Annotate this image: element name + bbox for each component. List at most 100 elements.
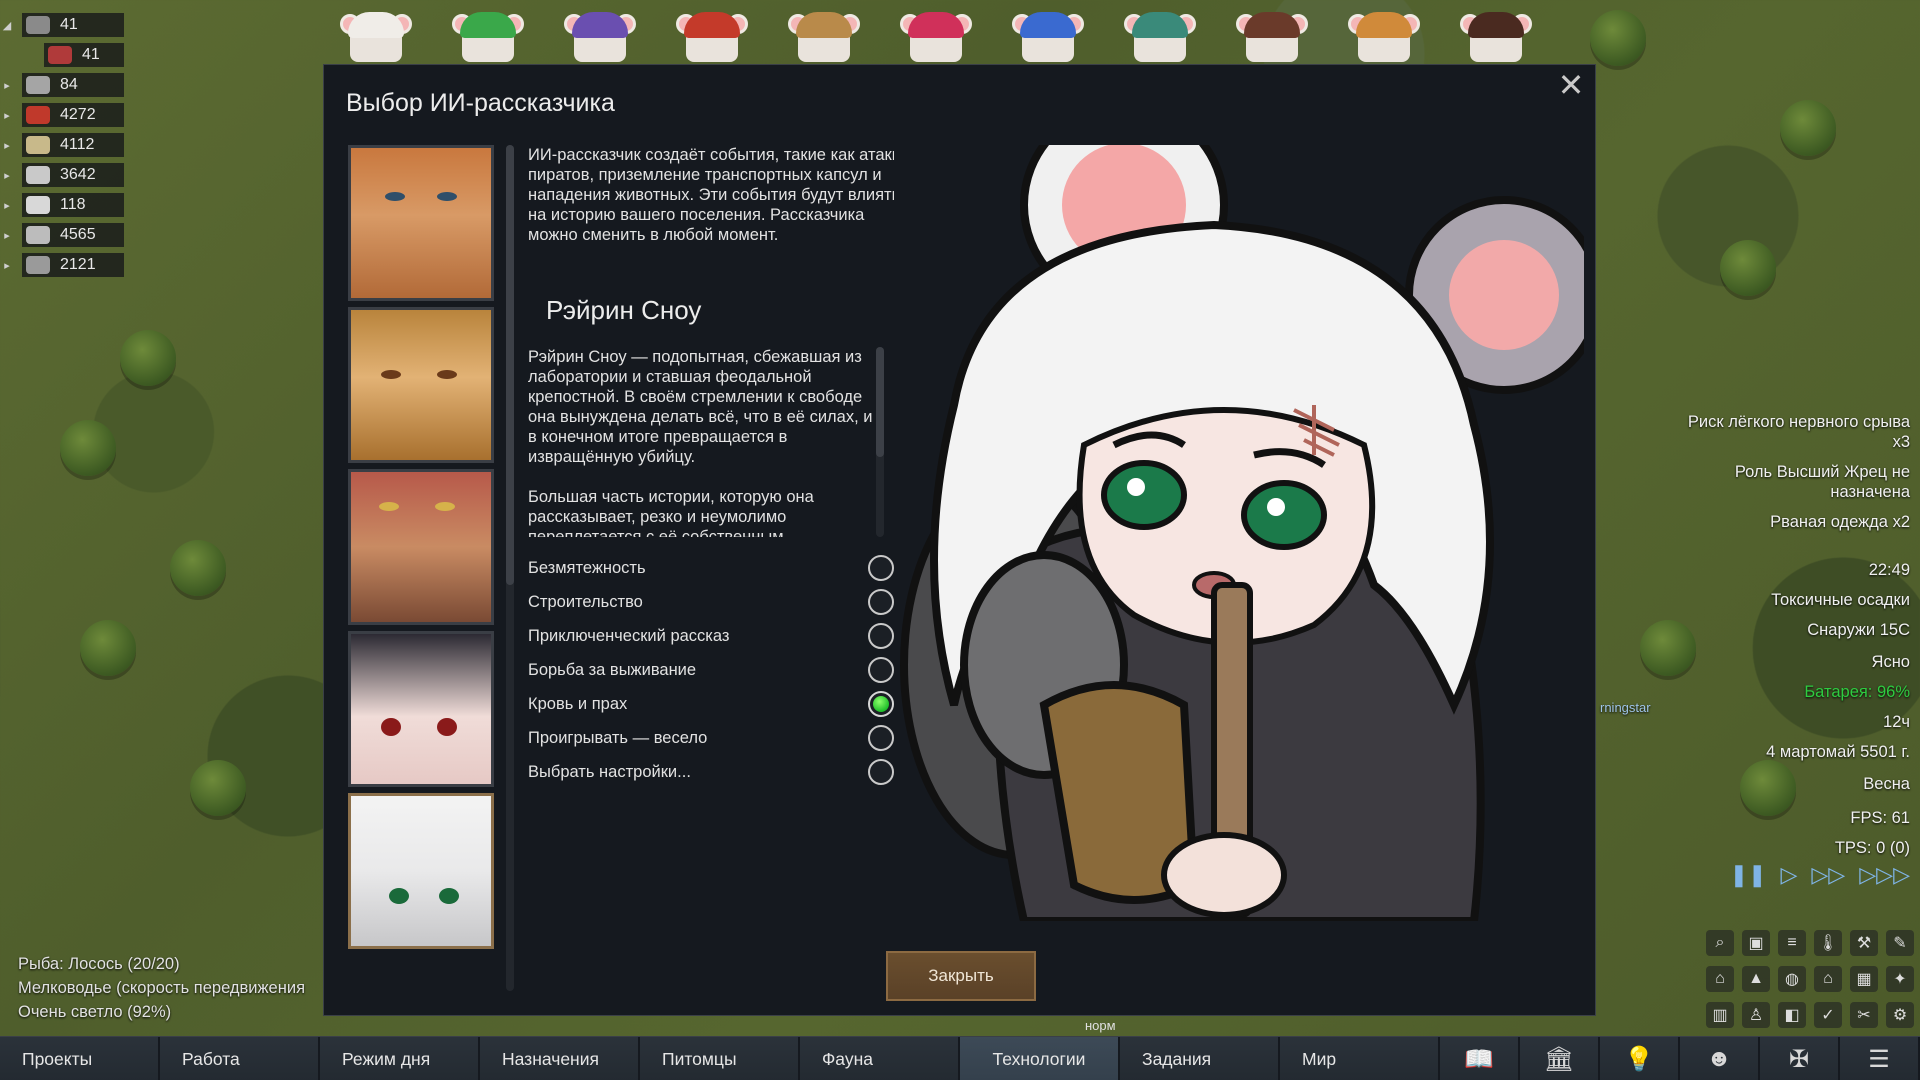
- alert-tattered-apparel[interactable]: Рваная одежда x2: [1670, 512, 1910, 532]
- colonist-portrait[interactable]: [676, 0, 748, 62]
- alert-role-unassigned[interactable]: Роль Высший Жрец не назначена: [1670, 462, 1910, 502]
- checklist-icon[interactable]: ✓: [1814, 1002, 1842, 1028]
- main-tab[interactable]: Назначения: [480, 1037, 640, 1080]
- season-readout: Весна: [1863, 775, 1910, 793]
- resource-count: 2121: [60, 256, 96, 273]
- resource-row[interactable]: ▸ 3642: [0, 160, 130, 190]
- colonist-portrait[interactable]: [452, 0, 524, 62]
- expand-arrow-icon[interactable]: ◢: [0, 19, 14, 32]
- difficulty-radio[interactable]: [868, 657, 894, 683]
- menu-icon[interactable]: ☰: [1840, 1037, 1920, 1080]
- storyteller-portrait-anime-girl[interactable]: [348, 631, 494, 787]
- colonist-portrait[interactable]: [900, 0, 972, 62]
- difficulty-radio[interactable]: [868, 589, 894, 615]
- play-icon[interactable]: ▷: [1780, 862, 1797, 888]
- fast-icon[interactable]: ▷▷: [1811, 862, 1845, 888]
- zone-icon[interactable]: ◧: [1778, 1002, 1806, 1028]
- hammer-icon[interactable]: ⚒: [1850, 930, 1878, 956]
- head-icon[interactable]: ☻: [1680, 1037, 1760, 1080]
- resource-row[interactable]: ▸ 84: [0, 70, 130, 100]
- chart-icon[interactable]: ▥: [1706, 1002, 1734, 1028]
- wrench-icon[interactable]: ✎: [1886, 930, 1914, 956]
- difficulty-radio[interactable]: [868, 725, 894, 751]
- portrait-list-scrollbar[interactable]: [506, 145, 514, 585]
- close-icon[interactable]: ✕: [1555, 69, 1587, 103]
- colonist-portrait[interactable]: [564, 0, 636, 62]
- settings-icon[interactable]: ⚙: [1886, 1002, 1914, 1028]
- storyteller-portrait-cassandra[interactable]: [348, 145, 494, 301]
- superfast-icon[interactable]: ▷▷▷: [1859, 862, 1910, 888]
- storyteller-dialog: ✕ Выбор ИИ-рассказчика ИИ-рассказчик соз…: [323, 64, 1596, 1016]
- difficulty-option[interactable]: Борьба за выживание: [528, 653, 894, 687]
- storyteller-portrait-rairin-snow[interactable]: [348, 793, 494, 949]
- main-tab[interactable]: Технологии: [960, 1037, 1120, 1080]
- alert-mental-break[interactable]: Риск лёгкого нервного срыва x3: [1670, 412, 1910, 452]
- component-icon: [26, 226, 50, 244]
- globe-icon[interactable]: ◍: [1778, 966, 1806, 992]
- storyteller-bio: Рэйрин Сноу — подопытная, сбежавшая из л…: [528, 347, 878, 537]
- colonist-portrait[interactable]: [1124, 0, 1196, 62]
- tools-icon[interactable]: ✂: [1850, 1002, 1878, 1028]
- main-tab[interactable]: Режим дня: [320, 1037, 480, 1080]
- difficulty-option[interactable]: Строительство: [528, 585, 894, 619]
- difficulty-option[interactable]: Проигрывать — весело: [528, 721, 894, 755]
- date-readout: 4 мартомай 5501 г.: [1766, 743, 1910, 761]
- resource-row[interactable]: 41: [0, 40, 130, 70]
- main-tab[interactable]: Питомцы: [640, 1037, 800, 1080]
- expand-arrow-icon[interactable]: ▸: [0, 109, 14, 122]
- list-icon[interactable]: ≡: [1778, 930, 1806, 956]
- building-icon[interactable]: 🏛: [1520, 1037, 1600, 1080]
- difficulty-radio[interactable]: [868, 759, 894, 785]
- colonist-portrait[interactable]: [1012, 0, 1084, 62]
- difficulty-radio[interactable]: [868, 691, 894, 717]
- house-icon[interactable]: ⌂: [1706, 966, 1734, 992]
- expand-arrow-icon[interactable]: ▸: [0, 169, 14, 182]
- difficulty-radio[interactable]: [868, 623, 894, 649]
- ideology-icon[interactable]: ✠: [1760, 1037, 1840, 1080]
- toggle-icon[interactable]: ▣: [1742, 930, 1770, 956]
- expand-arrow-icon[interactable]: ▸: [0, 259, 14, 272]
- storyteller-portrait-randy[interactable]: [348, 469, 494, 625]
- storyteller-portrait-phoebe[interactable]: [348, 307, 494, 463]
- resource-row[interactable]: ▸ 118: [0, 190, 130, 220]
- expand-arrow-icon[interactable]: ▸: [0, 79, 14, 92]
- bio-scrollbar[interactable]: [876, 347, 884, 457]
- colonist-portrait[interactable]: [340, 0, 412, 62]
- difficulty-option[interactable]: Приключенческий рассказ: [528, 619, 894, 653]
- expand-arrow-icon[interactable]: ▸: [0, 229, 14, 242]
- main-tab[interactable]: Проекты: [0, 1037, 160, 1080]
- person-icon[interactable]: ♙: [1742, 1002, 1770, 1028]
- difficulty-option[interactable]: Безмятежность: [528, 551, 894, 585]
- main-tab[interactable]: Мир: [1280, 1037, 1440, 1080]
- difficulty-radio[interactable]: [868, 555, 894, 581]
- resource-row[interactable]: ▸ 4565: [0, 220, 130, 250]
- resource-row[interactable]: ◢ 41: [0, 10, 130, 40]
- expand-arrow-icon[interactable]: ▸: [0, 139, 14, 152]
- colonist-portrait[interactable]: [1236, 0, 1308, 62]
- difficulty-option[interactable]: Кровь и прах: [528, 687, 894, 721]
- mountain-icon[interactable]: ▲: [1742, 966, 1770, 992]
- colonist-portrait[interactable]: [1460, 0, 1532, 62]
- lightbulb-icon[interactable]: 💡: [1600, 1037, 1680, 1080]
- roof-icon[interactable]: ⌂: [1814, 966, 1842, 992]
- resource-row[interactable]: ▸ 4112: [0, 130, 130, 160]
- grid-icon[interactable]: ▦: [1850, 966, 1878, 992]
- main-tab[interactable]: Фауна: [800, 1037, 960, 1080]
- search-icon[interactable]: ⌕: [1706, 930, 1734, 956]
- main-tab[interactable]: Задания: [1120, 1037, 1280, 1080]
- expand-arrow-icon[interactable]: ▸: [0, 199, 14, 212]
- beauty-icon[interactable]: ✦: [1886, 966, 1914, 992]
- resource-row[interactable]: ▸ 2121: [0, 250, 130, 280]
- colonist-portrait[interactable]: [1348, 0, 1420, 62]
- colonist-portrait[interactable]: [788, 0, 860, 62]
- thermometer-icon[interactable]: 🌡: [1814, 930, 1842, 956]
- pause-icon[interactable]: ❚❚: [1730, 862, 1767, 888]
- resource-row[interactable]: ▸ 4272: [0, 100, 130, 130]
- book-icon[interactable]: 📖: [1440, 1037, 1520, 1080]
- main-tab[interactable]: Работа: [160, 1037, 320, 1080]
- pawn-label[interactable]: rningstar: [1600, 700, 1651, 715]
- difficulty-option[interactable]: Выбрать настройки...: [528, 755, 894, 789]
- close-button[interactable]: Закрыть: [886, 951, 1036, 1001]
